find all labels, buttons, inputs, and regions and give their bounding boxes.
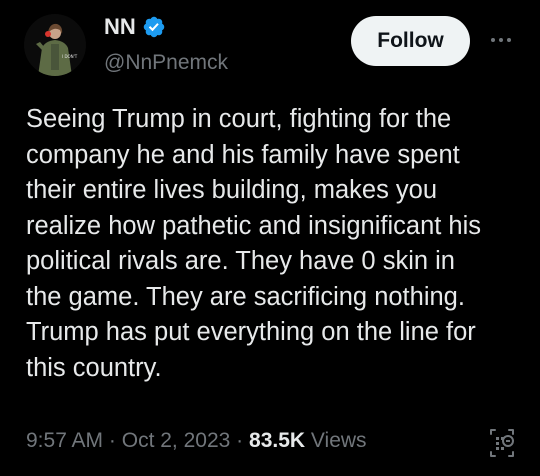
- views-count: 83.5K: [249, 429, 306, 452]
- verified-badge-icon: [142, 15, 166, 39]
- avatar[interactable]: I DON'T: [24, 14, 86, 76]
- meta-separator: ·: [236, 429, 244, 452]
- views-label: Views: [310, 429, 367, 452]
- tweet-meta: 9:57 AM · Oct 2, 2023 · 83.5K Views: [26, 427, 367, 455]
- analytics-icon[interactable]: [487, 428, 517, 458]
- more-options-icon[interactable]: [484, 28, 518, 52]
- tweet-time[interactable]: 9:57 AM: [26, 429, 103, 452]
- tweet-date[interactable]: Oct 2, 2023: [122, 429, 231, 452]
- tweet-text: Seeing Trump in court, fighting for the …: [26, 105, 482, 382]
- dot: [491, 38, 495, 42]
- display-name[interactable]: NN: [104, 13, 136, 41]
- avatar-image: I DON'T: [24, 14, 86, 76]
- author-handle[interactable]: @NnPnemck: [104, 50, 228, 76]
- svg-text:I DON'T: I DON'T: [62, 54, 78, 59]
- author-name-row: NN: [104, 13, 166, 41]
- dot: [507, 38, 511, 42]
- meta-separator: ·: [108, 429, 116, 452]
- dot: [499, 38, 503, 42]
- follow-button[interactable]: Follow: [351, 16, 470, 66]
